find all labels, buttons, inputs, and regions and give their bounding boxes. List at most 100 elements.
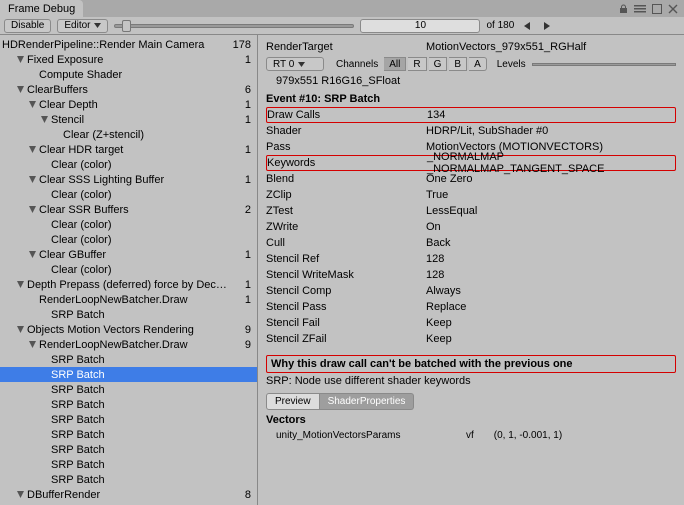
foldout-open-icon[interactable] bbox=[28, 145, 37, 154]
property-value: 128 bbox=[426, 269, 676, 281]
tree-row-count: 9 bbox=[229, 339, 253, 351]
property-key: Pass bbox=[266, 141, 426, 153]
tree-row[interactable]: Clear Depth1 bbox=[0, 97, 257, 112]
disable-button[interactable]: Disable bbox=[4, 19, 51, 33]
window-tab[interactable]: Frame Debug bbox=[0, 0, 83, 17]
mode-dropdown[interactable]: Editor bbox=[57, 19, 108, 33]
tree-row[interactable]: Clear GBuffer1 bbox=[0, 247, 257, 262]
tree-row[interactable]: Compute Shader bbox=[0, 67, 257, 82]
property-row: Stencil WriteMask128 bbox=[266, 267, 676, 283]
tree-row[interactable]: RenderLoopNewBatcher.Draw9 bbox=[0, 337, 257, 352]
property-value: Keep bbox=[426, 333, 676, 345]
property-value: _NORMALMAP _NORMALMAP_TANGENT_SPACE bbox=[427, 151, 675, 175]
tree-row[interactable]: DBufferRender8 bbox=[0, 487, 257, 502]
title-bar: Frame Debug bbox=[0, 0, 684, 17]
tab-shader-properties[interactable]: ShaderProperties bbox=[320, 393, 415, 410]
property-row: ZTestLessEqual bbox=[266, 203, 676, 219]
property-row: Stencil Ref128 bbox=[266, 251, 676, 267]
tree-row[interactable]: Clear HDR target1 bbox=[0, 142, 257, 157]
foldout-open-icon[interactable] bbox=[40, 115, 49, 124]
levels-slider[interactable] bbox=[532, 63, 676, 66]
tree-row[interactable]: Clear SSR Buffers2 bbox=[0, 202, 257, 217]
channel-r[interactable]: R bbox=[408, 57, 426, 71]
tree-row-label: Clear SSR Buffers bbox=[39, 204, 229, 216]
levels-label: Levels bbox=[497, 59, 526, 70]
event-tree[interactable]: HDRenderPipeline::Render Main Camera 178… bbox=[0, 35, 258, 505]
tree-row[interactable]: Clear (Z+stencil) bbox=[0, 127, 257, 142]
foldout-spacer bbox=[40, 190, 49, 199]
tree-row-label: Clear (color) bbox=[51, 159, 229, 171]
tree-row[interactable]: Depth Prepass (deferred) force by Decals… bbox=[0, 277, 257, 292]
tab-preview[interactable]: Preview bbox=[266, 393, 320, 410]
channel-b[interactable]: B bbox=[449, 57, 467, 71]
prev-event-button[interactable] bbox=[520, 22, 534, 30]
property-key: ZWrite bbox=[266, 221, 426, 233]
property-key: Stencil Fail bbox=[266, 317, 426, 329]
tree-row[interactable]: SRP Batch bbox=[0, 472, 257, 487]
tree-row[interactable]: SRP Batch bbox=[0, 367, 257, 382]
tree-row[interactable]: SRP Batch bbox=[0, 427, 257, 442]
tree-row[interactable]: SRP Batch bbox=[0, 412, 257, 427]
foldout-open-icon[interactable] bbox=[16, 280, 25, 289]
channel-all[interactable]: All bbox=[384, 57, 406, 71]
tree-row[interactable]: Clear (color) bbox=[0, 157, 257, 172]
tree-root[interactable]: HDRenderPipeline::Render Main Camera 178 bbox=[0, 37, 257, 52]
context-menu-icon[interactable] bbox=[634, 4, 646, 14]
tree-row[interactable]: SRP Batch bbox=[0, 397, 257, 412]
close-icon[interactable] bbox=[668, 4, 678, 14]
foldout-open-icon[interactable] bbox=[28, 340, 37, 349]
event-slider[interactable] bbox=[114, 20, 354, 32]
foldout-spacer bbox=[40, 370, 49, 379]
channel-g[interactable]: G bbox=[429, 57, 448, 71]
tree-row-label: Clear (color) bbox=[51, 219, 229, 231]
tree-row[interactable]: Clear (color) bbox=[0, 262, 257, 277]
property-row: ZClipTrue bbox=[266, 187, 676, 203]
foldout-open-icon[interactable] bbox=[16, 325, 25, 334]
foldout-open-icon[interactable] bbox=[28, 205, 37, 214]
foldout-open-icon[interactable] bbox=[16, 490, 25, 499]
maximize-icon[interactable] bbox=[652, 4, 662, 14]
tree-row[interactable]: Objects Motion Vectors Rendering9 bbox=[0, 322, 257, 337]
rt-dropdown[interactable]: RT 0 bbox=[266, 57, 324, 71]
tree-row[interactable]: Clear (color) bbox=[0, 232, 257, 247]
tree-row-label: Fixed Exposure bbox=[27, 54, 229, 66]
tree-row[interactable]: ClearBuffers6 bbox=[0, 82, 257, 97]
tree-row-count: 1 bbox=[229, 249, 253, 261]
tree-row-label: SRP Batch bbox=[51, 459, 229, 471]
foldout-open-icon[interactable] bbox=[16, 85, 25, 94]
vector-value: (0, 1, -0.001, 1) bbox=[494, 430, 562, 441]
tree-row[interactable]: RenderLoopNewBatcher.Draw1 bbox=[0, 292, 257, 307]
tree-row[interactable]: Clear SSS Lighting Buffer1 bbox=[0, 172, 257, 187]
tree-row[interactable]: Clear (color) bbox=[0, 217, 257, 232]
tree-row-label: Depth Prepass (deferred) force by Decals bbox=[27, 279, 229, 291]
tree-row[interactable]: Fixed Exposure1 bbox=[0, 52, 257, 67]
tree-row-label: Clear (Z+stencil) bbox=[63, 129, 229, 141]
rt-dimensions: 979x551 R16G16_SFloat bbox=[266, 75, 400, 87]
tree-row-count: 1 bbox=[229, 144, 253, 156]
slider-thumb[interactable] bbox=[122, 20, 131, 32]
tree-row-label: ClearBuffers bbox=[27, 84, 229, 96]
foldout-open-icon[interactable] bbox=[28, 250, 37, 259]
tree-row-label: DBufferRender bbox=[27, 489, 229, 501]
foldout-open-icon[interactable] bbox=[28, 100, 37, 109]
foldout-spacer bbox=[28, 70, 37, 79]
foldout-open-icon[interactable] bbox=[16, 55, 25, 64]
foldout-open-icon[interactable] bbox=[28, 175, 37, 184]
tree-row[interactable]: Stencil1 bbox=[0, 112, 257, 127]
tree-row[interactable]: SRP Batch bbox=[0, 307, 257, 322]
tree-row[interactable]: SRP Batch bbox=[0, 457, 257, 472]
next-event-button[interactable] bbox=[540, 22, 554, 30]
tree-row-label: RenderLoopNewBatcher.Draw bbox=[39, 339, 229, 351]
channel-a[interactable]: A bbox=[469, 57, 487, 71]
property-row: Stencil ZFailKeep bbox=[266, 331, 676, 347]
tree-row[interactable]: SRP Batch bbox=[0, 382, 257, 397]
tree-row[interactable]: SRP Batch bbox=[0, 442, 257, 457]
tree-row[interactable]: SRP Batch bbox=[0, 352, 257, 367]
foldout-spacer bbox=[28, 295, 37, 304]
tree-row-label: SRP Batch bbox=[51, 399, 229, 411]
lock-icon[interactable] bbox=[619, 4, 628, 14]
render-target-value: MotionVectors_979x551_RGHalf bbox=[426, 41, 676, 53]
event-number-field[interactable]: 10 bbox=[360, 19, 480, 33]
tree-row[interactable]: Clear (color) bbox=[0, 187, 257, 202]
toolbar: Disable Editor 10 of 180 bbox=[0, 17, 684, 35]
